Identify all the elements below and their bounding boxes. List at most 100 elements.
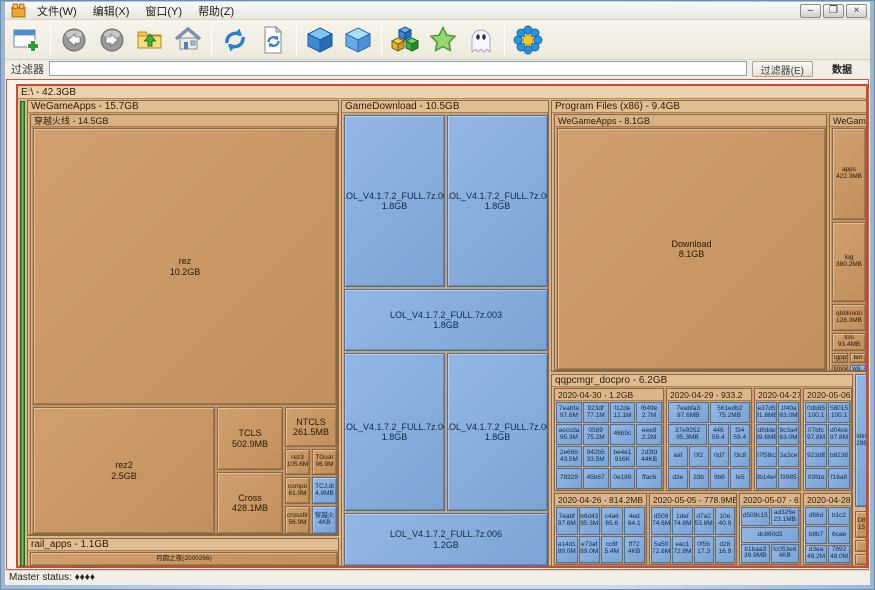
file-block[interactable]: 1def 74.6M	[672, 507, 692, 535]
dir-yueyuanzhiye[interactable]: 月圆之夜(2000266)	[30, 552, 338, 566]
file-block[interactable]: eee8 2.2M	[636, 424, 662, 445]
back-button[interactable]	[56, 22, 92, 58]
file-block[interactable]: d86d	[805, 507, 827, 525]
file-block[interactable]: f16a8	[828, 468, 850, 489]
file-block[interactable]: d3e	[668, 468, 688, 489]
file-block[interactable]: 0e189	[610, 468, 636, 489]
dir-tgpp[interactable]: tgpp	[832, 353, 848, 363]
new-view-button[interactable]	[9, 22, 45, 58]
menu-file[interactable]: 文件(W)	[30, 2, 84, 20]
file-block[interactable]: 942b5 33.5M	[583, 446, 609, 467]
dir-cross[interactable]: Cross 428.1MB	[217, 472, 283, 534]
filter-button[interactable]: 过滤器(E)	[752, 61, 813, 77]
file-block[interactable]: d28 16.9	[715, 536, 735, 564]
file-block[interactable]: 33b	[689, 468, 709, 489]
file-block[interactable]: ff72 4KB	[624, 536, 646, 564]
dir-small-2[interactable]	[855, 554, 868, 565]
dir-ten[interactable]: ten	[850, 353, 866, 363]
folder-2020-05-06[interactable]: 2020-05-06 - 60db85 100.158015 100.107bf…	[803, 388, 852, 491]
file-block[interactable]: 446 59.4	[708, 424, 729, 445]
dir-crossfir[interactable]: crossfir 56.9M	[285, 506, 310, 534]
file-block[interactable]: d7a2 53.8M	[694, 507, 714, 535]
file-block[interactable]: b1c2	[828, 507, 850, 525]
dir-ntcls[interactable]: NTCLS 261.5MB	[285, 407, 337, 447]
file-lol-7z-001[interactable]: LOL_V4.1.7.2_FULL.7z.00 1.8GB	[344, 115, 445, 287]
file-block[interactable]: 7892 48.0M	[828, 545, 850, 563]
file-block[interactable]: f34 59.4	[730, 424, 751, 445]
file-block[interactable]: ee37d59 91.8MB	[756, 402, 777, 423]
file-block[interactable]: 3b14e4	[756, 468, 777, 489]
file-block[interactable]: a14d1 89.0M	[556, 536, 578, 564]
file-block[interactable]: d3ea 49.2M	[805, 545, 827, 563]
file-block[interactable]: fc053e6 4KB	[771, 544, 800, 563]
folder-2020-04-30[interactable]: 2020-04-30 - 1.2GB7eabfa 97.6M923df 77.1…	[554, 388, 664, 491]
file-block[interactable]: 7eabf 97.6M	[556, 507, 578, 535]
dir-apps[interactable]: apps 422.3MB	[832, 128, 866, 220]
file-block[interactable]: f3c8	[730, 446, 750, 467]
folder-gamedownload[interactable]: GameDownload - 10.5GBLOL_V4.1.7.2_FULL.7…	[341, 100, 549, 567]
file-block[interactable]: b8238	[828, 446, 850, 467]
menu-help[interactable]: 帮助(Z)	[191, 2, 241, 20]
file-block[interactable]: 6cae	[828, 526, 850, 544]
free-space-button[interactable]	[387, 22, 423, 58]
file-block[interactable]: 561edb2 75.2MB	[710, 402, 751, 423]
dir-small-1[interactable]	[855, 540, 868, 552]
file-block[interactable]: 03fda	[805, 468, 827, 489]
file-block[interactable]: 07f58c3	[756, 446, 777, 467]
file-block[interactable]: f3985	[778, 468, 799, 489]
file-block[interactable]: 58015 100.1	[828, 402, 850, 423]
file-block[interactable]: 45b67	[583, 468, 609, 489]
file-block[interactable]: c4a6 65.6	[601, 507, 623, 535]
refresh-selection-button[interactable]	[255, 22, 291, 58]
menu-window[interactable]: 窗口(Y)	[138, 2, 189, 20]
file-block[interactable]: 07bfc 97.8M	[805, 424, 827, 445]
file-block[interactable]: f12de 12.1M	[610, 402, 636, 423]
file-block[interactable]: d509c15	[741, 507, 770, 526]
dir-rez[interactable]: rez 10.2GB	[33, 128, 337, 405]
file-lol-7z-003[interactable]: LOL_V4.1.7.2_FULL.7z.003 1.8GB	[344, 289, 548, 351]
folder-2020-05-07[interactable]: 2020-05-07 - 619d509c15ad326e 23.1MBdc86…	[739, 493, 801, 565]
dir-log[interactable]: log 380.2MB	[832, 222, 866, 302]
file-block[interactable]: 0f2	[689, 446, 709, 467]
file-block[interactable]: ad326e 23.1MB	[771, 507, 800, 526]
file-lol-7z-004[interactable]: LOL_V4.1.7.2_FULL.7z.00 1.8GB	[344, 353, 445, 511]
file-block[interactable]: 923dff	[805, 446, 827, 467]
dir-qbblinktri[interactable]: qbblinktri 128.3MB	[832, 304, 866, 331]
folder-2020-04-28[interactable]: 2020-04-28d86db1c2b8b76caed3ea 49.2M7892…	[803, 493, 852, 565]
folder-2020-04-29[interactable]: 2020-04-29 - 933.27eabfa3 97.6MB561edb2 …	[666, 388, 752, 491]
file-block[interactable]: b1baa3 39.9MB	[741, 544, 770, 563]
file-block[interactable]: 0589 75.2M	[583, 424, 609, 445]
file-block[interactable]: 0d7	[710, 446, 730, 467]
file-block[interactable]: 10e 40.9	[715, 507, 735, 535]
file-block[interactable]: 7eabfa3 97.6MB	[668, 402, 709, 423]
dir-tcls[interactable]: TCLS 502.9MB	[217, 407, 283, 470]
file-block[interactable]: 0f5b 17.3	[694, 536, 714, 564]
file-block[interactable]: 2e66b 43.5M	[556, 446, 582, 467]
drive-e[interactable]: E:\ - 42.3GBWeGameApps - 15.7GB穿越火线 - 14…	[16, 84, 868, 568]
file-block[interactable]: 9b8	[710, 468, 730, 489]
folder-wegameapps[interactable]: WeGameApps - 15.7GB穿越火线 - 14.5GBrez 10.2…	[27, 100, 339, 536]
file-block[interactable]: 5a50 72.8M	[651, 536, 671, 564]
file-chuanyuehuo[interactable]: 穿越火 4KB	[312, 506, 337, 534]
parent-folder-button[interactable]	[132, 22, 168, 58]
file-block[interactable]: d509 74.6M	[651, 507, 671, 535]
filter-input[interactable]	[49, 61, 747, 76]
filter-help-label[interactable]: 数据	[832, 61, 852, 76]
file-wg[interactable]: wg_	[850, 365, 866, 371]
file-block[interactable]: 4ed 64.1	[624, 507, 646, 535]
menu-edit[interactable]: 编辑(X)	[86, 2, 137, 20]
file-block[interactable]: f649e 2.7M	[636, 402, 662, 423]
file-lol-7z-002[interactable]: LOL_V4.1.7.2_FULL.7z.00 1.8GB	[447, 115, 548, 287]
folder-wegame[interactable]: WeGame -apps 422.3MBlog 380.2MBqbblinktr…	[829, 114, 867, 371]
file-block[interactable]: e73af 89.0M	[579, 536, 601, 564]
file-block[interactable]: aeccda 95.3M	[556, 424, 582, 445]
file-block[interactable]: fe5	[730, 468, 750, 489]
folder-wegameapps-pf[interactable]: WeGameApps - 8.1GBDownload 8.1GB	[554, 114, 827, 371]
home-button[interactable]	[170, 22, 206, 58]
dir-d8[interactable]: D8 15	[855, 511, 868, 538]
restore-button[interactable]: ❐	[823, 4, 844, 18]
file-block[interactable]: 2d3fd 44KB	[636, 446, 662, 467]
close-button[interactable]: ×	[846, 4, 867, 18]
file-block[interactable]: b6d43 95.3M	[579, 507, 601, 535]
file-block[interactable]: 7eabfa 97.6M	[556, 402, 582, 423]
